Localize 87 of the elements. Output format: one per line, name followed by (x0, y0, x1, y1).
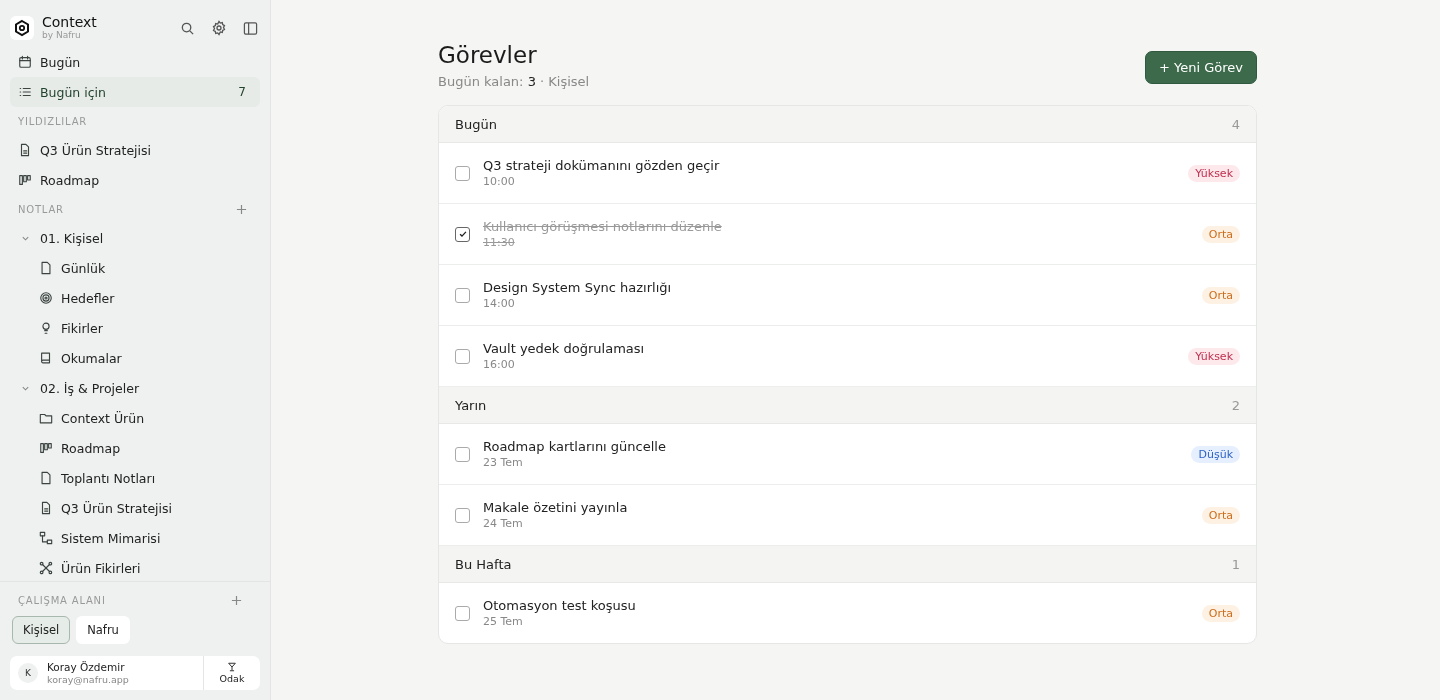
priority-badge: Orta (1201, 604, 1240, 622)
section-heading: YILDIZLILAR (18, 115, 88, 127)
checkmark-icon (457, 229, 468, 239)
task-title: Kullanıcı görüşmesi notlarını düzenle (483, 219, 722, 234)
section-heading: NOTLAR (18, 203, 64, 215)
task-title: Otomasyon test koşusu (483, 598, 636, 613)
group-title: Bugün (455, 116, 497, 132)
priority-badge: Orta (1201, 286, 1240, 304)
add-icon[interactable] (236, 203, 247, 215)
bulb-icon (39, 321, 53, 335)
task-checkbox[interactable] (455, 605, 470, 621)
task-time: 25 Tem (483, 615, 524, 628)
diagram-icon (39, 531, 53, 545)
group-title: Yarın (455, 397, 487, 413)
task-title: Vault yedek doğrulaması (483, 341, 645, 356)
note-item[interactable]: Hedefler (10, 283, 260, 313)
note-item[interactable]: Toplantı Notları (10, 463, 260, 493)
logo-icon (10, 16, 34, 40)
starred-item[interactable]: Q3 Ürün Stratejisi (10, 135, 260, 165)
task-time: 23 Tem (483, 456, 524, 469)
workspace-button[interactable]: Nafru (76, 616, 130, 644)
note-item[interactable]: Q3 Ürün Stratejisi (10, 493, 260, 523)
group-count: 2 (1231, 397, 1240, 413)
file-icon (39, 471, 53, 485)
priority-badge: Orta (1201, 225, 1240, 243)
calendar-icon (18, 55, 32, 69)
sidebar-toggle-icon[interactable] (243, 20, 258, 36)
task-time: 14:00 (483, 297, 516, 310)
priority-badge: Yüksek (1188, 164, 1240, 182)
folder-icon (39, 411, 53, 425)
task-title: Roadmap kartlarını güncelle (483, 439, 666, 454)
group-count: 1 (1231, 556, 1240, 572)
add-icon[interactable] (231, 594, 242, 606)
list-icon (18, 85, 32, 99)
task-checkbox[interactable] (455, 287, 470, 303)
task-checkbox[interactable] (455, 226, 470, 242)
nodes-icon (39, 561, 53, 575)
app-tagline: by Nafru (42, 30, 82, 41)
priority-badge: Düşük (1191, 445, 1240, 463)
note-item[interactable]: Okumalar (10, 343, 260, 373)
folder-item[interactable]: 02. İş & Projeler (10, 373, 260, 403)
task-checkbox[interactable] (455, 507, 470, 523)
settings-icon[interactable] (211, 20, 227, 36)
task-time: 11:30 (483, 236, 516, 249)
focus-button[interactable]: Odak (203, 656, 260, 690)
note-item[interactable]: Fikirler (10, 313, 260, 343)
group-count: 4 (1231, 116, 1240, 132)
doc-icon (18, 143, 32, 157)
book-icon (39, 351, 53, 365)
task-title: Design System Sync hazırlığı (483, 280, 672, 295)
workspace-button[interactable]: Kişisel (12, 616, 71, 644)
priority-badge: Orta (1201, 506, 1240, 524)
task-checkbox[interactable] (455, 165, 470, 181)
note-item[interactable]: Context Ürün (10, 403, 260, 433)
task-checkbox[interactable] (455, 446, 470, 462)
task-time: 24 Tem (483, 517, 524, 530)
nav-item[interactable]: Bugün için 7 (10, 77, 260, 107)
board-icon (18, 173, 32, 187)
note-item[interactable]: Günlük (10, 253, 260, 283)
user-name: Koray Özdemir (47, 661, 126, 674)
task-checkbox[interactable] (455, 348, 470, 364)
task-title: Q3 strateji dokümanını gözden geçir (483, 158, 720, 173)
search-icon[interactable] (180, 20, 195, 36)
target-icon (39, 291, 53, 305)
priority-badge: Yüksek (1188, 347, 1240, 365)
file-icon (39, 261, 53, 275)
section-heading: ÇALIŞMA ALANI (18, 594, 106, 606)
app-name: Context (42, 15, 97, 31)
note-item[interactable]: Roadmap (10, 433, 260, 463)
item-count: 7 (238, 85, 246, 99)
new-task-button[interactable]: + Yeni Görev (1145, 51, 1257, 84)
note-item[interactable]: Sistem Mimarisi (10, 523, 260, 553)
task-time: 16:00 (483, 358, 516, 371)
doc-icon (39, 501, 53, 515)
page-title: Görevler (438, 42, 538, 68)
user-email: koray@nafru.app (47, 673, 129, 685)
note-item[interactable]: Ürün Fikirleri (10, 553, 260, 581)
page-subtitle: Bugün kalan: 3 · Kişisel (438, 74, 590, 89)
starred-item[interactable]: Roadmap (10, 165, 260, 195)
nav-item[interactable]: Bugün (10, 47, 260, 77)
board-icon (39, 441, 53, 455)
group-title: Bu Hafta (455, 556, 512, 572)
filter-icon (227, 662, 237, 672)
folder-item[interactable]: 01. Kişisel (10, 223, 260, 253)
task-title: Makale özetini yayınla (483, 500, 628, 515)
task-time: 10:00 (483, 175, 516, 188)
avatar: K (18, 663, 38, 683)
